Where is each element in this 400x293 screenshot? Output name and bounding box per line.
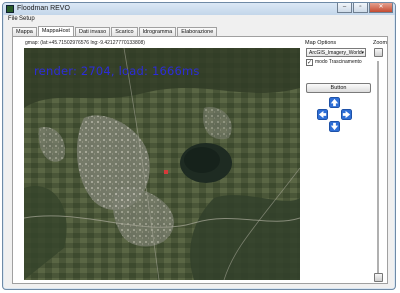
menu-file[interactable]: File bbox=[8, 15, 18, 24]
tab-elaborazione[interactable]: Elaborazione bbox=[177, 27, 218, 36]
maximize-button[interactable]: ▫ bbox=[353, 3, 368, 13]
menu-bar: File Setup bbox=[4, 15, 394, 24]
right-arrow-icon[interactable] bbox=[341, 109, 352, 120]
coords-label: gmap: (lat:+45.71502976576 lng:-9.421277… bbox=[25, 40, 145, 46]
satellite-map[interactable]: render: 2704, load: 1666ms bbox=[24, 48, 300, 280]
window-controls: – ▫ ✕ bbox=[336, 3, 393, 14]
window-title: Floodman REVO bbox=[17, 5, 70, 12]
main-content: Mappa MappaHost Dati invaso Scarico Idro… bbox=[4, 24, 394, 288]
down-arrow-icon[interactable] bbox=[329, 121, 340, 132]
map-type-select[interactable]: ArcGIS_Imagery_World ▾ bbox=[306, 48, 366, 57]
app-icon bbox=[6, 5, 14, 13]
map-type-value: ArcGIS_Imagery_World bbox=[309, 50, 362, 56]
tab-bar: Mappa MappaHost Dati invaso Scarico Idro… bbox=[12, 26, 218, 36]
minimize-button[interactable]: – bbox=[337, 3, 352, 13]
navigation-pad bbox=[315, 97, 355, 137]
up-arrow-icon[interactable] bbox=[329, 97, 340, 108]
tab-mappahost[interactable]: MappaHost bbox=[37, 26, 74, 36]
action-button[interactable]: Button bbox=[306, 83, 371, 93]
map-imagery bbox=[24, 48, 300, 280]
mode-checkbox-label: modo Trascinamento bbox=[315, 59, 362, 65]
close-button[interactable]: ✕ bbox=[369, 3, 393, 13]
zoom-slider-track[interactable] bbox=[377, 61, 379, 273]
zoom-slider-thumb[interactable] bbox=[374, 48, 383, 57]
tab-scarico[interactable]: Scarico bbox=[111, 27, 138, 36]
map-options-title: Map Options bbox=[305, 40, 337, 46]
menu-setup[interactable]: Setup bbox=[19, 15, 35, 24]
render-info: render: 2704, load: 1666ms bbox=[34, 64, 200, 78]
mappahost-panel: gmap: (lat:+45.71502976576 lng:-9.421277… bbox=[12, 36, 388, 284]
title-bar[interactable]: Floodman REVO – ▫ ✕ bbox=[3, 3, 395, 15]
location-marker-icon bbox=[164, 170, 168, 174]
tab-mappa[interactable]: Mappa bbox=[12, 27, 37, 36]
chevron-down-icon: ▾ bbox=[361, 50, 364, 56]
left-arrow-icon[interactable] bbox=[317, 109, 328, 120]
tab-idrogramma[interactable]: Idrogramma bbox=[138, 27, 177, 36]
mode-checkbox[interactable]: ✓ bbox=[306, 59, 313, 66]
tab-dati-invaso[interactable]: Dati invaso bbox=[74, 27, 111, 36]
app-window: Floodman REVO – ▫ ✕ File Setup Mappa Map… bbox=[2, 2, 396, 290]
zoom-label: Zoom bbox=[373, 40, 388, 46]
zoom-slider-end[interactable] bbox=[374, 273, 383, 282]
